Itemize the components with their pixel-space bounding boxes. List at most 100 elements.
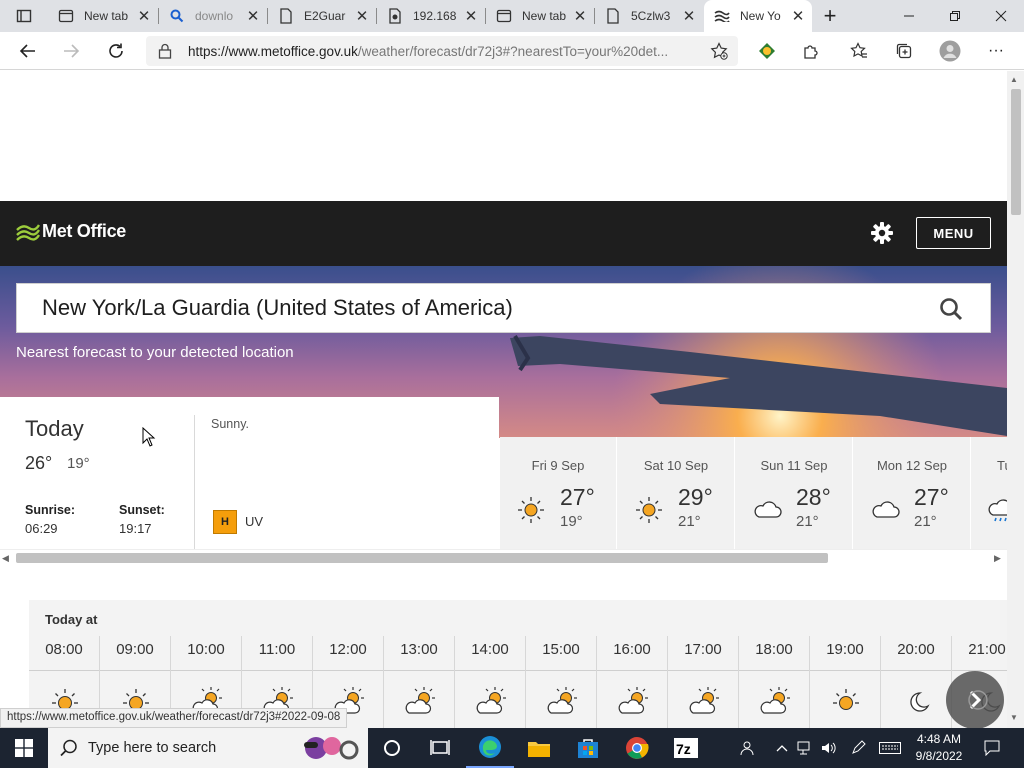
hour-time: 11:00 xyxy=(258,641,296,658)
favorites-icon[interactable] xyxy=(844,36,874,66)
day-tab-sat[interactable]: Sat 10 Sep 29° 21° xyxy=(618,437,735,549)
lock-icon[interactable] xyxy=(158,43,172,64)
clock-time: 4:48 AM xyxy=(916,732,962,746)
tab-actions-icon[interactable] xyxy=(0,0,48,32)
document-icon xyxy=(605,8,621,24)
taskbar-clock[interactable]: 4:48 AM 9/8/2022 xyxy=(908,731,970,765)
day-name: Sat 10 Sep xyxy=(643,458,709,473)
day-name: Mon 12 Sep xyxy=(876,458,948,473)
day-tab-mon[interactable]: Mon 12 Sep 27° 21° xyxy=(854,437,971,549)
people-icon[interactable] xyxy=(734,728,760,768)
close-icon[interactable]: ✕ xyxy=(570,7,590,25)
new-tab-button[interactable]: + xyxy=(812,0,848,32)
minimize-icon[interactable] xyxy=(886,0,932,32)
window-close-icon[interactable] xyxy=(978,0,1024,32)
sun-cloud-icon xyxy=(689,687,719,714)
taskbar-search-box[interactable]: Type here to search xyxy=(48,728,368,768)
add-favorite-icon[interactable] xyxy=(704,36,734,66)
hour-column[interactable]: 18:00 xyxy=(739,636,810,728)
gear-icon[interactable] xyxy=(871,222,893,249)
hour-time: 14:00 xyxy=(471,641,509,658)
scroll-right-icon[interactable]: ▶ xyxy=(994,553,1001,564)
newtab-icon xyxy=(496,8,512,24)
task-view-icon[interactable] xyxy=(416,728,464,768)
vertical-scrollbar[interactable]: ▲ ▼ xyxy=(1007,71,1024,728)
sun-icon xyxy=(833,689,859,710)
close-icon[interactable]: ✕ xyxy=(788,7,808,25)
day-tab-tue[interactable]: Tu xyxy=(972,437,1007,549)
hour-column[interactable]: 13:00 xyxy=(384,636,455,728)
hour-divider xyxy=(810,670,880,671)
status-bar-url: https://www.metoffice.gov.uk/weather/for… xyxy=(0,708,348,728)
hour-divider xyxy=(384,670,454,671)
location-search-input[interactable]: New York/La Guardia (United States of Am… xyxy=(16,283,991,333)
menu-button[interactable]: MENU xyxy=(916,217,991,249)
chevron-up-icon[interactable] xyxy=(772,728,792,768)
back-arrow-icon[interactable] xyxy=(13,36,43,66)
hour-divider xyxy=(597,670,667,671)
close-icon[interactable]: ✕ xyxy=(243,7,263,25)
met-office-logo[interactable]: Met Office xyxy=(16,221,126,242)
profile-avatar-icon[interactable] xyxy=(935,36,965,66)
store-icon[interactable] xyxy=(564,728,612,768)
close-icon[interactable]: ✕ xyxy=(461,7,481,25)
tab-search[interactable]: downlo ✕ xyxy=(159,0,267,32)
tab-192-168[interactable]: 192.168 ✕ xyxy=(377,0,485,32)
day-tab-sun[interactable]: Sun 11 Sep 28° 21° xyxy=(736,437,853,549)
address-bar[interactable]: https://www.metoffice.gov.uk/weather/for… xyxy=(146,36,738,66)
tab-5czlw3[interactable]: 5Czlw3 ✕ xyxy=(595,0,703,32)
hour-divider xyxy=(242,670,312,671)
file-explorer-icon[interactable] xyxy=(515,728,563,768)
next-hours-button[interactable] xyxy=(946,671,1004,728)
hour-time: 12:00 xyxy=(329,641,367,658)
close-icon[interactable]: ✕ xyxy=(134,7,154,25)
extension-globe-icon[interactable] xyxy=(752,36,782,66)
keyboard-icon[interactable] xyxy=(876,728,904,768)
horizontal-scrollbar[interactable]: ◀ ▶ xyxy=(0,549,1007,565)
hour-time: 20:00 xyxy=(897,641,935,658)
forward-arrow-icon[interactable] xyxy=(56,36,86,66)
extensions-icon[interactable] xyxy=(796,36,826,66)
7zip-icon[interactable]: 7z xyxy=(662,728,710,768)
hour-column[interactable]: 14:00 xyxy=(455,636,526,728)
tab-new-tab-1[interactable]: New tab ✕ xyxy=(48,0,158,32)
chevron-right-icon xyxy=(968,690,988,710)
tab-met-office-active[interactable]: New Yo ✕ xyxy=(704,0,812,32)
volume-icon[interactable] xyxy=(818,728,840,768)
hour-time: 13:00 xyxy=(400,641,438,658)
scrollbar-thumb[interactable] xyxy=(16,553,828,563)
hourly-title: Today at xyxy=(45,612,98,627)
hour-time: 21:00 xyxy=(968,641,1006,658)
network-icon[interactable] xyxy=(794,728,816,768)
notification-icon[interactable] xyxy=(980,728,1004,768)
url-text[interactable]: https://www.metoffice.gov.uk/weather/for… xyxy=(188,44,668,59)
close-icon[interactable]: ✕ xyxy=(352,7,372,25)
scroll-down-icon[interactable]: ▼ xyxy=(1010,713,1018,722)
windows-start-icon[interactable] xyxy=(0,728,48,768)
search-icon[interactable] xyxy=(939,297,963,326)
day-tab-fri[interactable]: Fri 9 Sep 27° 19° xyxy=(500,437,617,549)
restore-icon[interactable] xyxy=(932,0,978,32)
hour-column[interactable]: 19:00 xyxy=(810,636,881,728)
cortana-icon[interactable] xyxy=(368,728,416,768)
today-forecast-card[interactable]: Today 26° 19° Sunrise: 06:29 Sunset: 19:… xyxy=(0,397,499,549)
hour-column[interactable]: 15:00 xyxy=(526,636,597,728)
hour-column[interactable]: 17:00 xyxy=(668,636,739,728)
edge-icon[interactable] xyxy=(466,728,514,768)
divider xyxy=(194,415,195,549)
close-icon[interactable]: ✕ xyxy=(679,7,699,25)
tab-e2guardian[interactable]: E2Guar ✕ xyxy=(268,0,376,32)
settings-more-icon[interactable]: ··· xyxy=(981,36,1011,66)
cloud-icon xyxy=(754,501,782,518)
search-value: New York/La Guardia (United States of Am… xyxy=(42,295,513,320)
scroll-left-icon[interactable]: ◀ xyxy=(2,553,9,564)
scroll-up-icon[interactable]: ▲ xyxy=(1010,75,1018,84)
chrome-icon[interactable] xyxy=(613,728,661,768)
hour-column[interactable]: 20:00 xyxy=(881,636,952,728)
hour-column[interactable]: 16:00 xyxy=(597,636,668,728)
refresh-icon[interactable] xyxy=(101,36,131,66)
pen-icon[interactable] xyxy=(846,728,870,768)
scrollbar-thumb[interactable] xyxy=(1011,89,1021,215)
collections-icon[interactable] xyxy=(889,36,919,66)
tab-new-tab-2[interactable]: New tab ✕ xyxy=(486,0,594,32)
